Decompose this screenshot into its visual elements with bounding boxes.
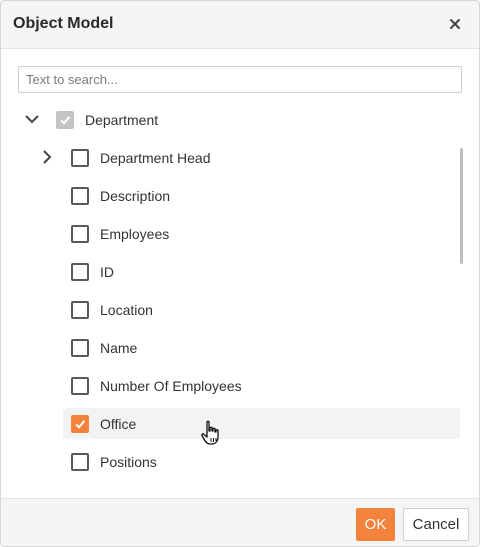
employees-checkbox[interactable]	[71, 225, 89, 243]
department-checkbox[interactable]	[56, 111, 74, 129]
dialog-title: Object Model	[13, 15, 114, 32]
chevron-right-icon	[43, 150, 52, 164]
name-checkbox[interactable]	[71, 339, 89, 357]
close-icon	[450, 19, 460, 29]
tree-node-label[interactable]: Office	[100, 416, 136, 432]
description-checkbox[interactable]	[71, 187, 89, 205]
tree-node-label[interactable]: ID	[100, 264, 114, 280]
tree-node-label[interactable]: Employees	[100, 226, 169, 242]
object-model-dialog: Object Model Department Department Head	[0, 0, 480, 547]
expand-department-toggle[interactable]	[23, 110, 41, 128]
tree-node-label[interactable]: Department	[85, 112, 158, 128]
dialog-footer: OK Cancel	[1, 498, 479, 546]
search-input[interactable]	[18, 66, 462, 93]
expand-department-head-toggle[interactable]	[38, 148, 56, 166]
cancel-button[interactable]: Cancel	[403, 508, 469, 541]
tree-scrollbar[interactable]	[460, 148, 463, 264]
ok-button[interactable]: OK	[356, 508, 395, 541]
chevron-down-icon	[25, 115, 39, 124]
tree-node-label[interactable]: Location	[100, 302, 153, 318]
number-of-employees-checkbox[interactable]	[71, 377, 89, 395]
location-checkbox[interactable]	[71, 301, 89, 319]
tree-node-label[interactable]: Positions	[100, 454, 157, 470]
tree-node-label[interactable]: Number Of Employees	[100, 378, 242, 394]
tree-node-label[interactable]: Name	[100, 340, 137, 356]
tree-node-label[interactable]: Department Head	[100, 150, 211, 166]
check-icon	[60, 116, 71, 125]
positions-checkbox[interactable]	[71, 453, 89, 471]
dialog-header: Object Model	[1, 1, 479, 49]
office-checkbox[interactable]	[71, 415, 89, 433]
tree-node-label[interactable]: Description	[100, 188, 170, 204]
close-button[interactable]	[443, 12, 467, 36]
check-icon	[75, 420, 86, 429]
department-head-checkbox[interactable]	[71, 149, 89, 167]
id-checkbox[interactable]	[71, 263, 89, 281]
